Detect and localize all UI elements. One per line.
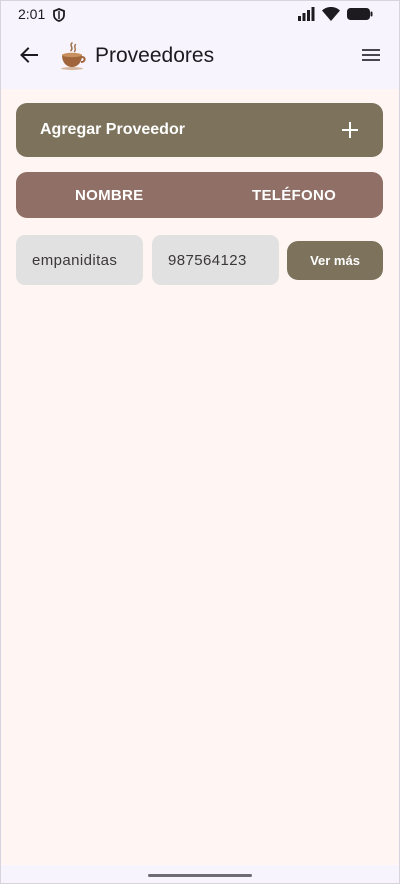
shield-icon: [53, 8, 65, 27]
wifi-icon: [322, 7, 340, 26]
table-row: empaniditas 987564123 Ver más: [16, 235, 383, 286]
back-button[interactable]: [15, 43, 43, 71]
signal-icon: [298, 7, 315, 26]
supplier-name-cell: empaniditas: [16, 235, 143, 285]
arrow-back-icon: [20, 46, 38, 68]
app-screen: 2:01 Proveedores Agregar Proveedor NOMBR…: [0, 0, 400, 884]
page-title: Proveedores: [95, 44, 215, 67]
navigation-bar: [1, 865, 399, 883]
plus-icon: [342, 122, 358, 138]
status-time: 2:01: [18, 6, 46, 22]
status-icons: [298, 7, 373, 26]
battery-icon: [347, 7, 373, 26]
coffee-cup-icon: [58, 41, 88, 71]
table-header: NOMBRE TELÉFONO: [16, 172, 383, 218]
status-bar: 2:01: [1, 1, 399, 29]
add-supplier-button[interactable]: Agregar Proveedor: [16, 103, 383, 157]
supplier-phone-cell: 987564123: [152, 235, 279, 285]
column-header-phone: TELÉFONO: [252, 187, 337, 204]
home-indicator[interactable]: [148, 874, 252, 877]
hamburger-menu-icon: [361, 48, 381, 67]
see-more-button[interactable]: Ver más: [287, 241, 383, 280]
add-supplier-label: Agregar Proveedor: [40, 121, 185, 138]
column-header-name: NOMBRE: [75, 187, 144, 204]
app-bar: Proveedores: [1, 29, 399, 89]
menu-button[interactable]: [357, 43, 385, 71]
